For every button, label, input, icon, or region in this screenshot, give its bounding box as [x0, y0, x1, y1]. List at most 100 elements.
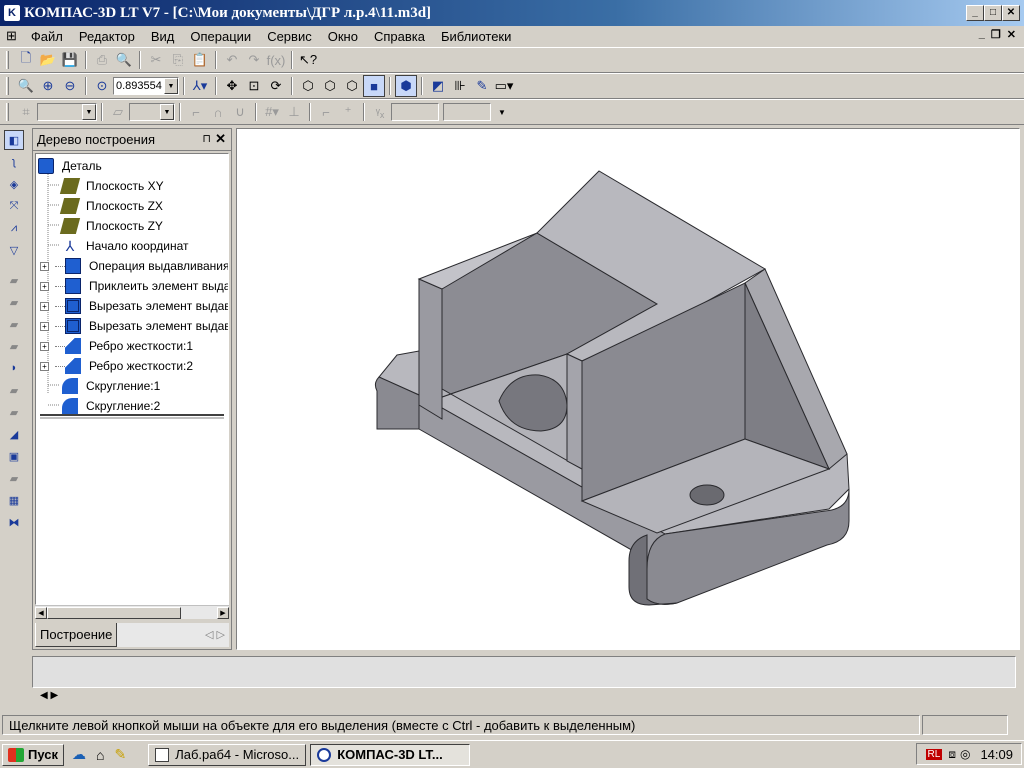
- magnet-off-icon[interactable]: ∪: [229, 101, 251, 123]
- expand-icon[interactable]: +: [40, 281, 49, 291]
- coord-y-field[interactable]: [443, 103, 491, 121]
- tree-node-plane-zx[interactable]: Плоскость ZX: [59, 196, 163, 216]
- shell-icon[interactable]: ▣: [4, 446, 24, 466]
- new-file-icon[interactable]: 🗋: [15, 49, 37, 71]
- aux-geometry-icon[interactable]: ◈: [4, 174, 24, 194]
- thin-hidden-icon[interactable]: ⬡: [341, 75, 363, 97]
- toolbar-grip[interactable]: [6, 51, 9, 69]
- tree-node-plane-zy[interactable]: Плоскость ZY: [59, 216, 163, 236]
- kinematic-icon[interactable]: ▰: [4, 314, 24, 334]
- rotate-icon[interactable]: ⟳: [265, 75, 287, 97]
- kompas-app-icon[interactable]: K: [4, 5, 20, 21]
- grid-icon[interactable]: #▾: [261, 101, 283, 123]
- cut-icon[interactable]: ✂: [145, 49, 167, 71]
- mdi-close-button[interactable]: ✕: [1007, 28, 1016, 41]
- tree-node-root[interactable]: Деталь: [38, 156, 102, 176]
- zoom-scale-icon[interactable]: ⊙: [91, 75, 113, 97]
- expand-icon[interactable]: +: [40, 301, 49, 311]
- print-icon[interactable]: ⎙: [91, 49, 113, 71]
- magnet-icon[interactable]: ∩: [207, 101, 229, 123]
- extra-view-icon[interactable]: ▭▾: [493, 75, 515, 97]
- filter-icon[interactable]: ▽: [4, 240, 24, 260]
- menu-service[interactable]: Сервис: [259, 29, 320, 44]
- close-panel-icon[interactable]: ✕: [215, 131, 226, 147]
- mirror-icon[interactable]: ⧓: [4, 512, 24, 532]
- zoom-window-icon[interactable]: 🔍: [15, 75, 37, 97]
- mdi-minimize-button[interactable]: _: [979, 28, 985, 41]
- close-button[interactable]: ✕: [1002, 5, 1020, 21]
- maximize-button[interactable]: □: [984, 5, 1002, 21]
- tree-horizontal-scrollbar[interactable]: ◀ ▶: [35, 605, 229, 619]
- ortho-icon[interactable]: ⊥: [283, 101, 305, 123]
- wireframe-icon[interactable]: ⬡: [297, 75, 319, 97]
- zoom-in-icon[interactable]: ⊕: [37, 75, 59, 97]
- hidden-lines-icon[interactable]: ⬡: [319, 75, 341, 97]
- pan-icon[interactable]: ✥: [221, 75, 243, 97]
- tree-node-cut-extrude-1[interactable]: + Вырезать элемент выдавли: [40, 296, 228, 316]
- menu-file[interactable]: Файл: [23, 29, 71, 44]
- task-kompas[interactable]: КОМПАС-3D LT...: [310, 743, 471, 766]
- layer-select[interactable]: ▼: [129, 103, 175, 121]
- round-icon[interactable]: ⌐: [315, 101, 337, 123]
- local-cs-icon[interactable]: ⌐: [185, 101, 207, 123]
- tray-network-icon[interactable]: ⧈: [948, 747, 956, 762]
- function-icon[interactable]: f(x): [265, 49, 287, 71]
- tree-node-origin[interactable]: ⅄ Начало координат: [62, 236, 189, 256]
- menu-window[interactable]: Окно: [320, 29, 366, 44]
- quicklaunch-app-icon[interactable]: ✎: [114, 746, 126, 763]
- menu-view[interactable]: Вид: [143, 29, 183, 44]
- rotate-op-icon[interactable]: ▰: [4, 292, 24, 312]
- expand-icon[interactable]: +: [40, 361, 49, 371]
- tree-node-cut-extrude-2[interactable]: + Вырезать элемент выдавли: [40, 316, 228, 336]
- paste-icon[interactable]: 📋: [189, 49, 211, 71]
- shaded-icon[interactable]: ■: [363, 75, 385, 97]
- extrude-icon[interactable]: ▰: [4, 270, 24, 290]
- menu-libraries[interactable]: Библиотеки: [433, 29, 519, 44]
- tree-node-rib-1[interactable]: + Ребро жесткости:1: [40, 336, 193, 356]
- coord-x-field[interactable]: [391, 103, 439, 121]
- chevron-down-icon[interactable]: ▼: [164, 78, 178, 94]
- tab-construction[interactable]: Построение: [35, 623, 117, 647]
- tree-node-fillet-1[interactable]: Скругление:1: [62, 376, 160, 396]
- scroll-thumb[interactable]: [47, 607, 181, 619]
- show-all-icon[interactable]: ⊡: [243, 75, 265, 97]
- fillet-icon[interactable]: ◗: [4, 358, 24, 378]
- expand-icon[interactable]: +: [40, 261, 49, 271]
- language-indicator[interactable]: RL: [925, 748, 943, 760]
- clock[interactable]: 14:09: [980, 747, 1013, 762]
- tree-node-extrusion[interactable]: + Операция выдавливания:1: [40, 256, 228, 276]
- coords-icon[interactable]: ᵞₓ: [369, 101, 391, 123]
- chevron-down-icon[interactable]: ▼: [491, 101, 513, 123]
- array-icon[interactable]: ▦: [4, 490, 24, 510]
- start-button[interactable]: Пуск: [2, 743, 64, 766]
- zoom-out-icon[interactable]: ⊖: [59, 75, 81, 97]
- quicklaunch-ie-icon[interactable]: ☁: [72, 746, 86, 763]
- copy-icon[interactable]: ⎘: [167, 49, 189, 71]
- menu-editor[interactable]: Редактор: [71, 29, 143, 44]
- menu-help[interactable]: Справка: [366, 29, 433, 44]
- undo-icon[interactable]: ↶: [221, 49, 243, 71]
- spatial-curves-icon[interactable]: ʅ: [4, 152, 24, 172]
- rib-icon[interactable]: ▰: [4, 468, 24, 488]
- task-word[interactable]: Лаб.раб4 - Microso...: [148, 743, 307, 766]
- hole-icon[interactable]: ▰: [4, 380, 24, 400]
- perspective-icon[interactable]: ⬢: [395, 75, 417, 97]
- layer-icon[interactable]: ▱: [107, 101, 129, 123]
- part-properties-icon[interactable]: ◩: [427, 75, 449, 97]
- preview-icon[interactable]: 🔍: [113, 49, 135, 71]
- model-viewport[interactable]: [236, 128, 1020, 650]
- scroll-left-icon[interactable]: ◀: [35, 607, 47, 619]
- expand-icon[interactable]: +: [40, 341, 49, 351]
- measure-icon[interactable]: ⤧: [4, 196, 24, 216]
- mdi-restore-button[interactable]: ❐: [991, 28, 1001, 41]
- color-icon[interactable]: ✎: [471, 75, 493, 97]
- title-bar[interactable]: K КОМПАС-3D LT V7 - [C:\Мои документы\ДГ…: [0, 0, 1024, 26]
- tree-node-fillet-2[interactable]: Скругление:2: [62, 396, 160, 416]
- diagnostics-icon[interactable]: ⩘: [4, 218, 24, 238]
- tree-node-boss-extrude[interactable]: + Приклеить элемент выдавл: [40, 276, 228, 296]
- chamfer-icon[interactable]: ▰: [4, 402, 24, 422]
- zoom-scale-select[interactable]: 0.893554 ▼: [113, 77, 179, 95]
- incline-icon[interactable]: ◢: [4, 424, 24, 444]
- tree-node-rib-2[interactable]: + Ребро жесткости:2: [40, 356, 193, 376]
- tree-icon[interactable]: ⊪: [449, 75, 471, 97]
